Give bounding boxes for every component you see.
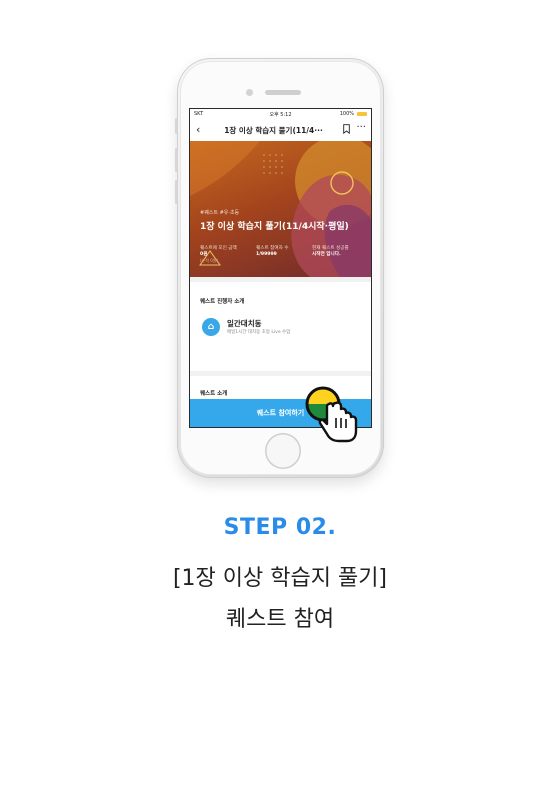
section-divider: [190, 371, 371, 376]
about-section-label: 퀘스트 소개: [200, 391, 228, 397]
home-button[interactable]: [265, 433, 301, 469]
quest-title: 1장 이상 학습지 풀기(11/4시작·평일): [200, 222, 349, 232]
earpiece-speaker: [265, 90, 301, 95]
more-options-icon[interactable]: ···: [356, 122, 366, 133]
battery-icon: [357, 112, 367, 116]
host-description: 매일1시간 대치동 초등 Live 수업: [227, 330, 291, 335]
volume-up-button: [175, 148, 178, 172]
stat-value: 시작전 입니다.: [312, 252, 341, 257]
chevron-left-icon[interactable]: ‹: [196, 123, 200, 136]
stat-sub: (누적 0원): [200, 258, 218, 263]
nav-title: 1장 이상 학습지 풀기(11/4···: [224, 126, 323, 135]
host-section-label: 퀘스트 진행자 소개: [200, 299, 245, 305]
caption-action: 퀘스트 참여: [225, 607, 335, 632]
phone-screen: SKT 오후 5:12 100% ‹ 1장 이상 학습지 풀기(11/4··· …: [189, 108, 372, 428]
quest-tags: #퀘스트 #유·초등: [200, 210, 240, 216]
quest-hero-banner: #퀘스트 #유·초등 1장 이상 학습지 풀기(11/4시작·평일) 퀘스트에 …: [190, 141, 371, 277]
stat-amount: 퀘스트에 모인 금액 0원 (누적 0원): [200, 246, 237, 264]
battery-percent: 100%: [339, 111, 354, 117]
caption-quest-name: [1장 이상 학습지 풀기]: [172, 566, 388, 591]
section-divider: [190, 277, 371, 282]
stat-value: 1/99999: [256, 252, 277, 257]
step-label: STEP 02.: [223, 515, 337, 540]
volume-down-button: [175, 180, 178, 204]
nav-bar: ‹ 1장 이상 학습지 풀기(11/4··· ···: [190, 120, 371, 140]
host-name[interactable]: 일간대치동: [227, 318, 262, 329]
front-camera: [246, 89, 253, 96]
home-icon: ⌂: [202, 318, 220, 336]
status-bar: SKT 오후 5:12 100%: [190, 109, 371, 119]
bookmark-icon[interactable]: [343, 124, 350, 134]
stat-participants: 퀘스트 참여자 수 1/99999: [256, 246, 289, 258]
stat-success-rate: 현재 퀘스트 성공률 시작전 입니다.: [312, 246, 349, 258]
hand-pointer-icon: [305, 386, 358, 443]
mute-switch: [175, 118, 178, 134]
